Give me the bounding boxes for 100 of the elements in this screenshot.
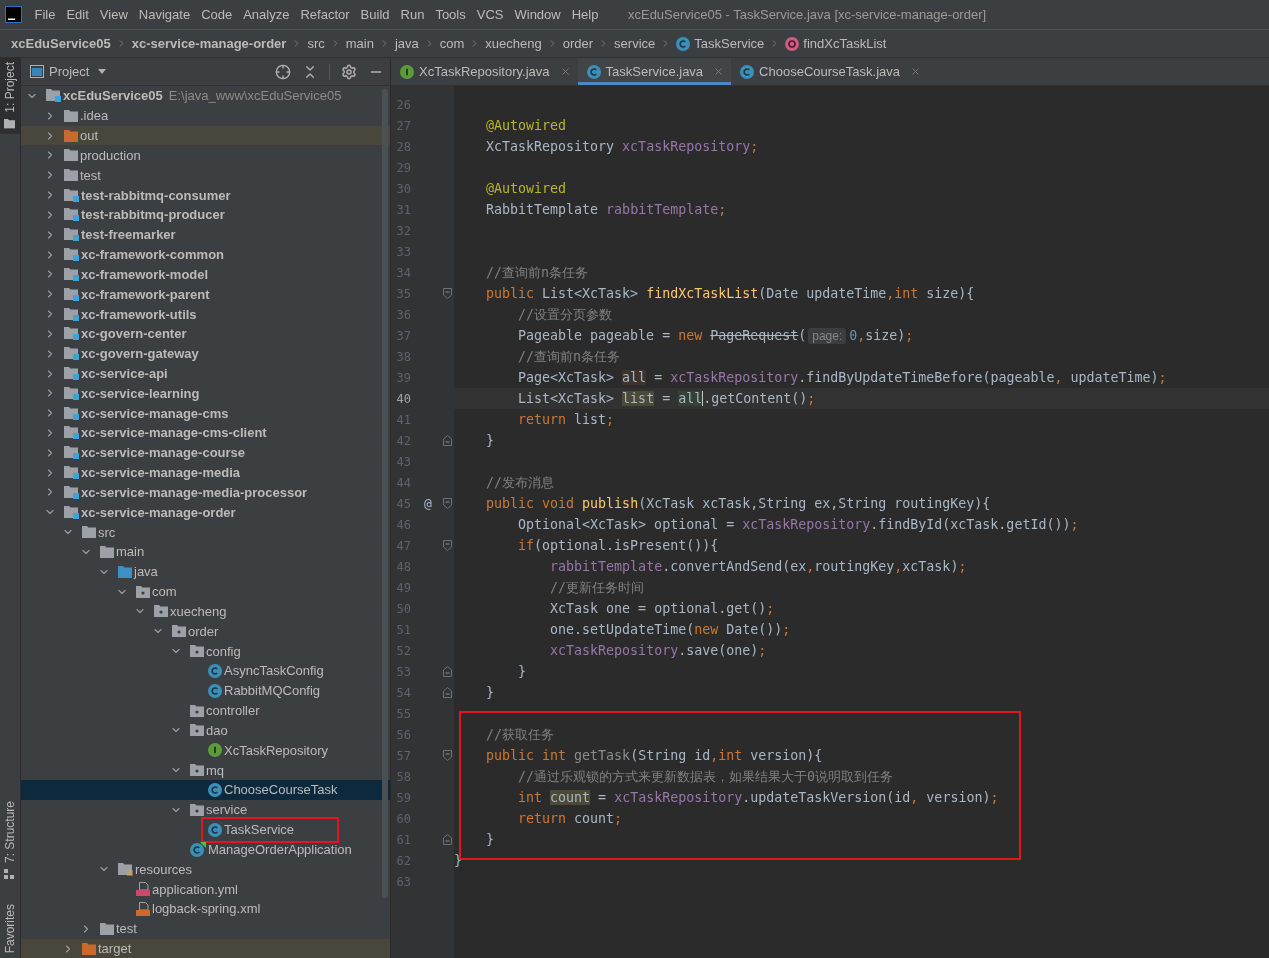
fold-marker-icon[interactable] [442, 540, 452, 551]
tree-item[interactable]: test [21, 918, 390, 939]
menu-item[interactable]: Run [395, 3, 430, 26]
tree-item[interactable]: xc-service-manage-cms-client [21, 423, 390, 443]
tree-item[interactable]: main [21, 542, 390, 562]
fold-marker-icon[interactable] [442, 288, 452, 299]
crosshair-icon[interactable] [275, 63, 291, 80]
close-icon[interactable] [910, 66, 921, 77]
tree-item[interactable]: mq [21, 760, 390, 780]
menu-item[interactable]: File [29, 3, 61, 26]
tree-item[interactable]: service [21, 799, 390, 820]
project-path: E:\java_www\xcEduService05 [168, 88, 342, 104]
breadcrumb-item[interactable]: xuecheng [483, 32, 544, 55]
tree-item[interactable]: target [21, 938, 390, 958]
tree-item[interactable]: test-freemarker [21, 224, 390, 245]
breadcrumb-item[interactable]: xc-service-manage-order [129, 32, 289, 55]
tree-item[interactable]: xc-service-manage-cms [21, 403, 390, 424]
tree-item[interactable]: AsyncTaskConfig [21, 661, 390, 681]
tree-item[interactable]: config [21, 641, 390, 661]
folder-icon [82, 942, 96, 955]
tree-item[interactable]: RabbitMQConfig [21, 680, 390, 701]
tree-item[interactable]: controller [21, 700, 390, 721]
menu-item[interactable]: Build [355, 3, 395, 26]
close-icon[interactable] [559, 66, 571, 77]
xml-file-icon [136, 901, 150, 916]
tool-window-tab[interactable]: 7: Structure [0, 796, 20, 884]
editor-tab[interactable]: XcTaskRepository.java [391, 58, 578, 85]
breadcrumb-item[interactable]: main [343, 32, 376, 55]
tree-item[interactable]: .idea [21, 105, 390, 126]
tree-item[interactable]: xc-service-api [21, 363, 390, 384]
fold-marker-icon[interactable] [442, 435, 452, 446]
breadcrumb-item[interactable]: src [305, 32, 327, 55]
module-folder-icon [64, 347, 79, 361]
close-icon[interactable] [713, 66, 725, 77]
tree-item[interactable]: test [21, 165, 390, 186]
tree-item[interactable]: test-rabbitmq-consumer [21, 185, 390, 205]
fold-marker-icon[interactable] [442, 687, 452, 698]
tree-item[interactable]: xc-framework-common [21, 244, 390, 265]
menu-item[interactable]: Code [195, 3, 238, 26]
tree-item[interactable]: src [21, 522, 390, 543]
tree-item[interactable]: xc-framework-model [21, 264, 390, 285]
menu-item[interactable]: VCS [471, 3, 509, 26]
tree-item[interactable]: xc-govern-gateway [21, 343, 390, 364]
tree-item[interactable]: TaskService [21, 819, 390, 840]
view-dropdown[interactable]: Project [49, 64, 107, 79]
fold-marker-icon[interactable] [442, 666, 452, 677]
tree-item[interactable]: xc-framework-utils [21, 304, 390, 324]
tree-item[interactable]: application.yml [21, 879, 390, 899]
gutter-annotation[interactable]: @ [424, 496, 432, 511]
fold-marker-icon[interactable] [442, 498, 452, 509]
tree-item[interactable]: ChooseCourseTask [21, 780, 390, 800]
tree-item[interactable]: xuecheng [21, 601, 390, 622]
breadcrumb-item[interactable]: service [612, 32, 658, 55]
fold-marker-icon[interactable] [442, 834, 452, 845]
tree-item[interactable]: java [21, 561, 390, 582]
breadcrumb-item[interactable]: TaskService [674, 32, 767, 55]
tree-item[interactable]: out [21, 125, 390, 146]
menu-item[interactable]: Window [508, 3, 567, 26]
tree-item[interactable]: dao [21, 720, 390, 741]
editor-tab[interactable]: TaskService.java [577, 58, 732, 85]
tree-item[interactable]: xc-service-manage-order [21, 502, 390, 523]
tree-item[interactable]: xc-framework-parent [21, 284, 390, 305]
module-folder-icon [64, 485, 79, 499]
menu-item[interactable]: Navigate [133, 3, 196, 26]
tree-item[interactable]: ManageOrderApplication [21, 839, 390, 860]
breadcrumb-item[interactable]: findXcTaskList [783, 32, 889, 55]
tree-item[interactable]: xcEduService05 E:\java_www\xcEduService05 [21, 86, 390, 106]
tree-item[interactable]: xc-service-learning [21, 383, 390, 404]
tree-item[interactable]: XcTaskRepository [21, 740, 390, 761]
editor-tab[interactable]: ChooseCourseTask.java [731, 58, 928, 85]
menu-item[interactable]: View [94, 3, 134, 26]
folder-icon [64, 129, 78, 142]
menu-item[interactable]: Refactor [294, 3, 356, 26]
menu-item[interactable]: Tools [429, 3, 472, 26]
breadcrumb-item[interactable]: xcEduService05 [9, 32, 113, 55]
tool-window-tab[interactable]: Favorites [0, 899, 20, 958]
tree-item[interactable]: xc-service-manage-course [21, 442, 390, 463]
breadcrumb-item[interactable]: java [392, 32, 421, 55]
menu-item[interactable]: Help [566, 3, 604, 26]
tree-item[interactable]: resources [21, 859, 390, 880]
tree-item[interactable]: xc-service-manage-media [21, 462, 390, 483]
breadcrumb-item[interactable]: com [437, 32, 467, 55]
tree-item[interactable]: xc-service-manage-media-processor [21, 482, 390, 503]
menu-item[interactable]: Edit [60, 3, 95, 26]
tree-item[interactable]: xc-govern-center [21, 323, 390, 344]
tree-item[interactable]: com [21, 581, 390, 602]
package-folder-icon [190, 724, 204, 737]
tree-item[interactable]: test-rabbitmq-producer [21, 204, 390, 225]
tree-item[interactable]: logback-spring.xml [21, 898, 390, 919]
package-folder-icon [190, 764, 204, 777]
fold-marker-icon[interactable] [442, 750, 452, 761]
scrollbar-thumb[interactable] [382, 89, 388, 898]
tree-item[interactable]: production [21, 145, 390, 166]
interface-icon [208, 743, 222, 758]
settings-icon[interactable] [341, 63, 357, 80]
class-icon [208, 782, 222, 797]
tool-window-tab[interactable]: 1: Project [0, 58, 20, 134]
tree-item[interactable]: order [21, 621, 390, 642]
breadcrumb-item[interactable]: order [560, 32, 596, 55]
menu-item[interactable]: Analyze [237, 3, 295, 26]
